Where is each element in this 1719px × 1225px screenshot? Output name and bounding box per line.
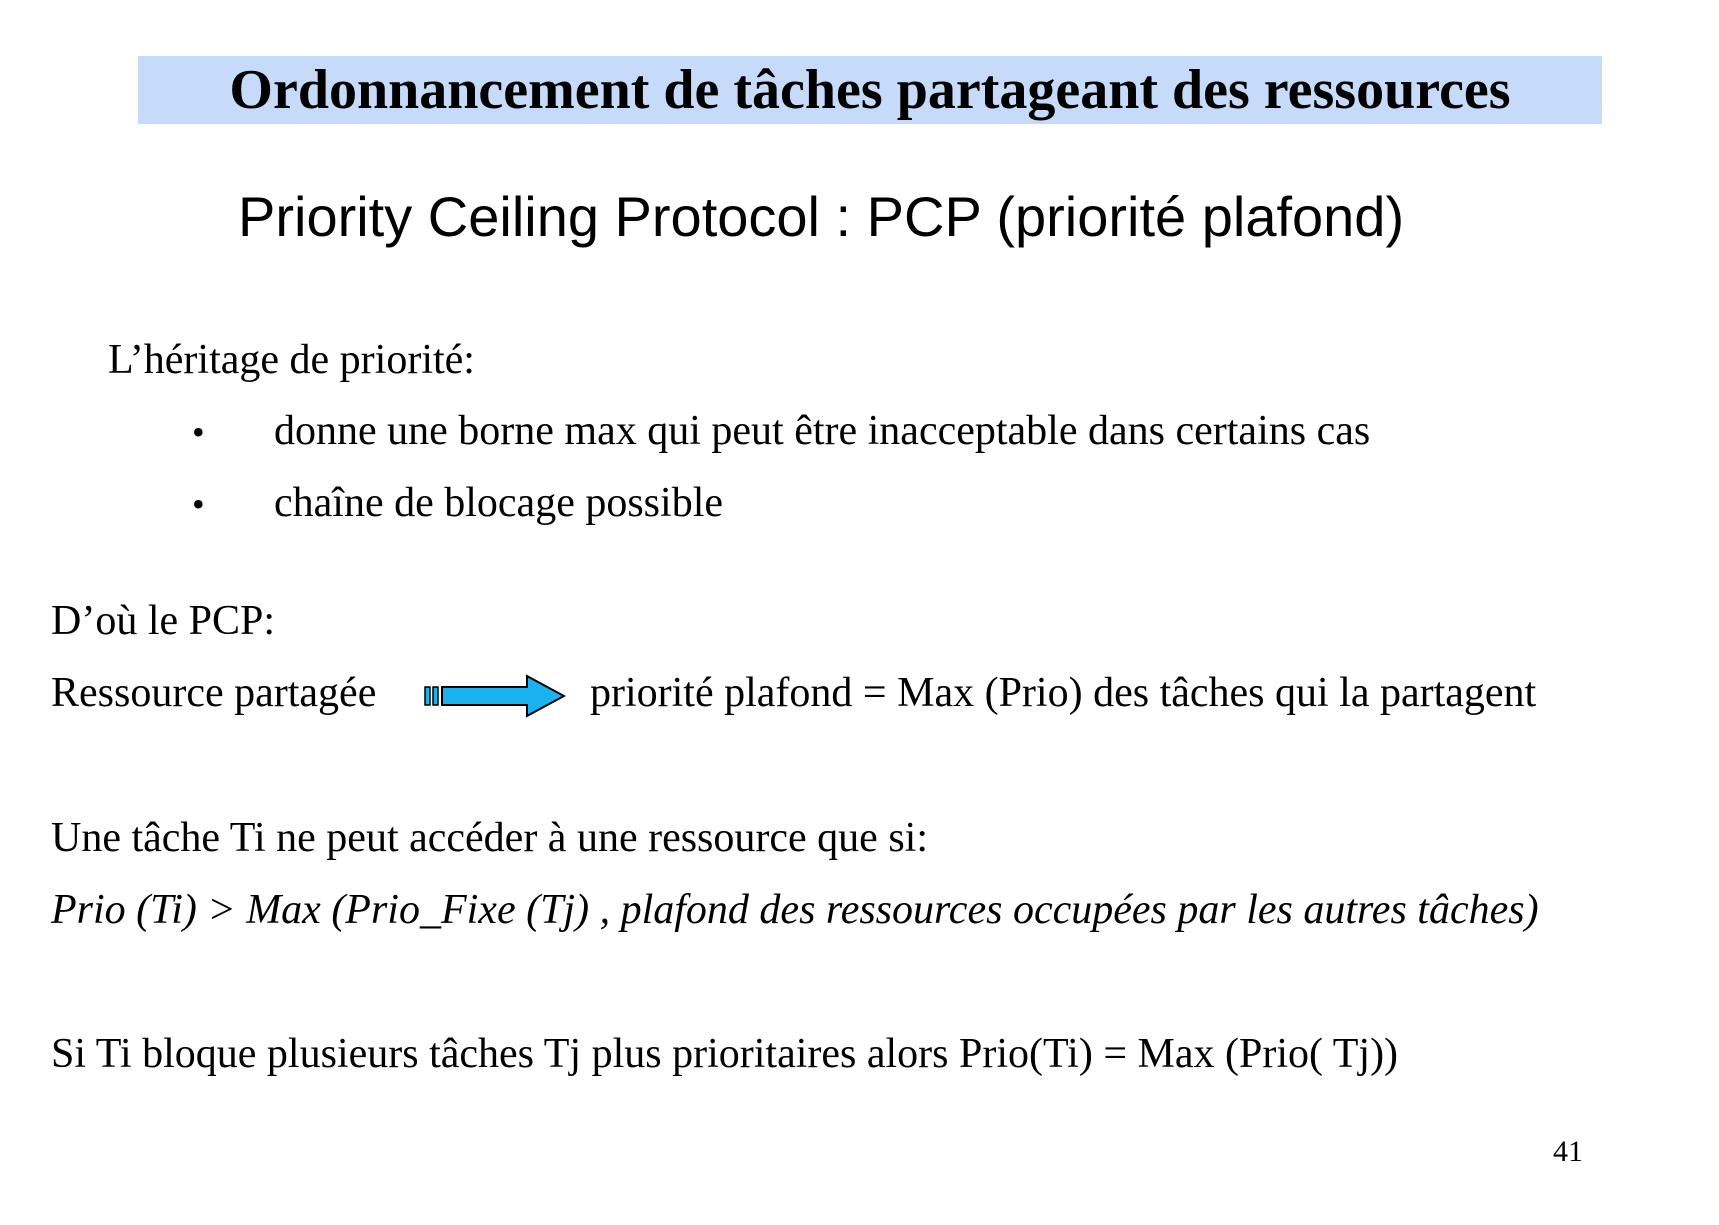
title-bar: Ordonnancement de tâches partageant des …: [138, 56, 1602, 124]
bullet-marker: •: [192, 484, 205, 524]
right-arrow-icon: [424, 674, 566, 718]
access-condition: Une tâche Ti ne peut accéder à une resso…: [51, 815, 928, 861]
ceiling-definition: priorité plafond = Max (Prio) des tâches…: [590, 670, 1537, 716]
slide-subtitle: Priority Ceiling Protocol : PCP (priorit…: [238, 185, 1405, 248]
slide-title: Ordonnancement de tâches partageant des …: [229, 59, 1511, 121]
bullet-item: chaîne de blocage possible: [274, 480, 723, 526]
blocking-rule: Si Ti bloque plusieurs tâches Tj plus pr…: [51, 1031, 1399, 1077]
access-formula: Prio (Ti) > Max (Prio_Fixe (Tj) , plafon…: [51, 887, 1539, 933]
pcp-heading: D’où le PCP:: [51, 598, 276, 644]
page-number: 41: [1553, 1135, 1583, 1168]
bullet-item: donne une borne max qui peut être inacce…: [274, 408, 1371, 454]
inheritance-heading: L’héritage de priorité:: [108, 337, 475, 383]
bullet-marker: •: [192, 412, 205, 452]
resource-label: Ressource partagée: [51, 670, 377, 716]
